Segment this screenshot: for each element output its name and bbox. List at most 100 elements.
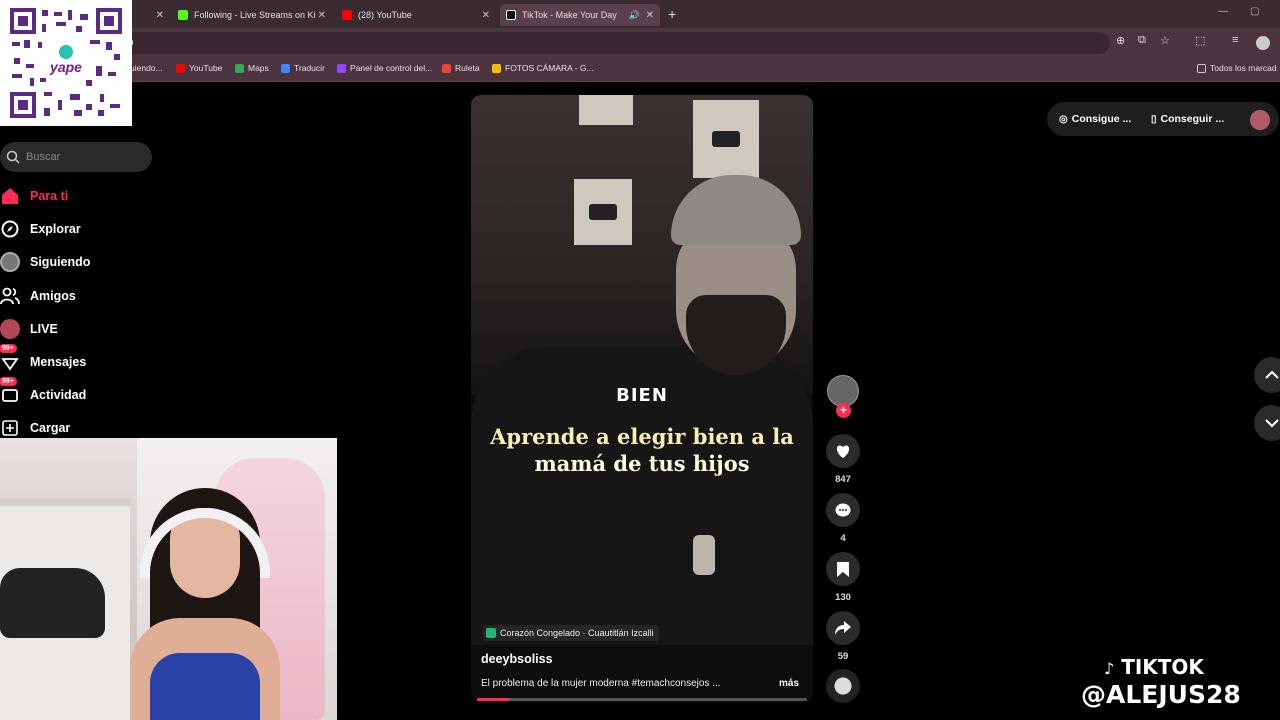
chevron-down-icon (1265, 419, 1279, 428)
kick-icon (178, 10, 188, 20)
notification-badge: 99+ (0, 377, 17, 386)
bookmarks-bar: uiendo... YouTube Maps Traducir Panel de… (0, 58, 1280, 82)
sidebar-item-label: LIVE (30, 322, 58, 336)
close-tab-icon[interactable]: ✕ (646, 10, 654, 21)
messages-icon: 99+ (0, 344, 20, 372)
get-app-button[interactable]: ▯ Conseguir ... (1151, 113, 1224, 125)
sidebar-item-following[interactable]: Siguiendo (0, 250, 90, 274)
sidebar-item-label: Para ti (30, 189, 69, 203)
more-button[interactable]: más (779, 678, 799, 689)
share-button[interactable] (826, 611, 860, 645)
sidebar-item-label: Mensajes (30, 355, 87, 369)
music-disc-icon[interactable] (826, 669, 860, 703)
tab-partial[interactable]: ✕ (140, 4, 170, 26)
sidebar-item-friends[interactable]: Amigos (0, 284, 76, 308)
search-placeholder: Buscar (26, 151, 61, 163)
all-bookmarks[interactable]: Todos los marcad (1197, 63, 1277, 73)
tab-youtube[interactable]: (28) YouTube ✕ (336, 4, 496, 26)
caption-line: mamá de tus hijos (534, 451, 750, 476)
zoom-icon[interactable]: ⊕ (1116, 34, 1125, 47)
url-field[interactable]: n (120, 32, 1110, 54)
sidebar-item-for-you[interactable]: Para ti (0, 184, 68, 208)
tiktok-icon (506, 10, 516, 20)
sidebar-item-messages[interactable]: 99+ Mensajes (0, 344, 87, 374)
search-input[interactable]: Buscar (0, 142, 152, 172)
webcam-streamer (130, 478, 280, 720)
tab-kick[interactable]: Following - Live Streams on Ki ✕ (172, 4, 332, 26)
speaker-icon[interactable]: 🔊 (629, 10, 640, 21)
like-button[interactable] (826, 434, 860, 468)
watermark-handle: @ALEJUS28 (1081, 680, 1241, 709)
tiktok-logo-icon: ♪ (1104, 659, 1115, 678)
video-author[interactable]: deeybsoliss (481, 652, 553, 666)
webcam-overlay (0, 438, 337, 720)
webcam-object (0, 568, 105, 638)
tab-bar: ✕ Following - Live Streams on Ki ✕ (28) … (0, 0, 1280, 28)
bookmark-icon (837, 561, 849, 577)
media-icon[interactable]: ≡ (1232, 34, 1238, 46)
save-button[interactable] (826, 552, 860, 586)
video-description: El problema de la mujer moderna #temachc… (481, 678, 721, 689)
sidebar-item-label: Siguiendo (30, 255, 91, 269)
location-tag[interactable]: Corazón Congelado · Cuautitlán Izcalli (483, 625, 659, 641)
activity-icon: 99+ (0, 377, 20, 405)
folder-icon (1197, 63, 1206, 73)
bookmark-item[interactable]: Panel de control del... (337, 63, 432, 73)
sidebar-item-explore[interactable]: Explorar (0, 217, 81, 241)
sidebar-item-activity[interactable]: 99+ Actividad (0, 377, 87, 407)
bookmark-item[interactable]: FOTOS CÁMARA - G... (492, 63, 594, 73)
bookmark-item[interactable]: uiendo... (130, 63, 163, 73)
user-avatar[interactable] (1250, 110, 1270, 130)
video-progress-bar[interactable] (477, 698, 807, 701)
friends-icon (0, 286, 20, 306)
close-tab-icon[interactable]: ✕ (156, 10, 164, 21)
maximize-icon[interactable]: ▢ (1250, 6, 1259, 17)
video-player[interactable]: BIEN Aprende a elegir bien a la mamá de … (471, 95, 813, 703)
extensions-icon[interactable]: ⬚ (1195, 34, 1205, 47)
search-icon (6, 150, 20, 164)
qr-code-pattern: yape (10, 8, 122, 118)
video-background-plaque (579, 95, 633, 125)
notification-badge: 99+ (0, 344, 17, 353)
sidebar-item-label: Actividad (30, 388, 87, 402)
tab-tiktok[interactable]: TikTok - Make Your Day 🔊 ✕ (500, 4, 660, 26)
live-avatar-icon (0, 319, 20, 339)
qr-brand-text: yape (49, 59, 82, 75)
twitch-icon (337, 63, 346, 73)
video-dogtag (693, 535, 715, 575)
tab-title: TikTok - Make Your Day (522, 10, 617, 20)
close-tab-icon[interactable]: ✕ (318, 10, 326, 21)
sidebar-item-label: Cargar (30, 421, 71, 435)
comment-button[interactable] (826, 493, 860, 527)
like-count: 847 (835, 474, 851, 485)
sidebar-item-live[interactable]: LIVE (0, 317, 58, 341)
minimize-icon[interactable]: — (1218, 6, 1228, 17)
maps-icon (235, 63, 244, 73)
next-video-button[interactable] (1254, 405, 1280, 441)
get-coins-button[interactable]: ◎ Consigue ... (1059, 113, 1131, 125)
star-icon[interactable]: ☆ (1160, 34, 1170, 47)
qr-code: yape (0, 0, 132, 126)
profile-avatar[interactable] (1256, 36, 1270, 50)
sidebar-item-upload[interactable]: Cargar (0, 416, 70, 440)
caption-line: Aprende a elegir bien a la (490, 424, 794, 449)
video-caption-main: Aprende a elegir bien a la mamá de tus h… (471, 423, 813, 477)
cast-icon[interactable]: ⧉ (1138, 34, 1146, 47)
follow-button[interactable]: + (836, 403, 851, 418)
bookmark-item[interactable]: Traducir (281, 63, 325, 73)
bookmark-item[interactable]: Ruleta (442, 63, 480, 73)
youtube-icon (176, 63, 185, 73)
tab-title: (28) YouTube (358, 10, 412, 20)
close-tab-icon[interactable]: ✕ (482, 10, 490, 21)
new-tab-button[interactable]: + (668, 6, 676, 22)
location-text: Corazón Congelado · Cuautitlán Izcalli (500, 628, 654, 638)
sidebar-item-label: Amigos (30, 289, 76, 303)
previous-video-button[interactable] (1254, 357, 1280, 393)
following-avatar-icon (0, 252, 20, 272)
bookmark-item[interactable]: Maps (235, 63, 269, 73)
video-caption-top: BIEN (616, 385, 668, 406)
heart-icon (836, 445, 850, 458)
youtube-icon (342, 10, 352, 20)
top-right-actions: ◎ Consigue ... ▯ Conseguir ... (1047, 102, 1279, 136)
bookmark-item[interactable]: YouTube (176, 63, 222, 73)
